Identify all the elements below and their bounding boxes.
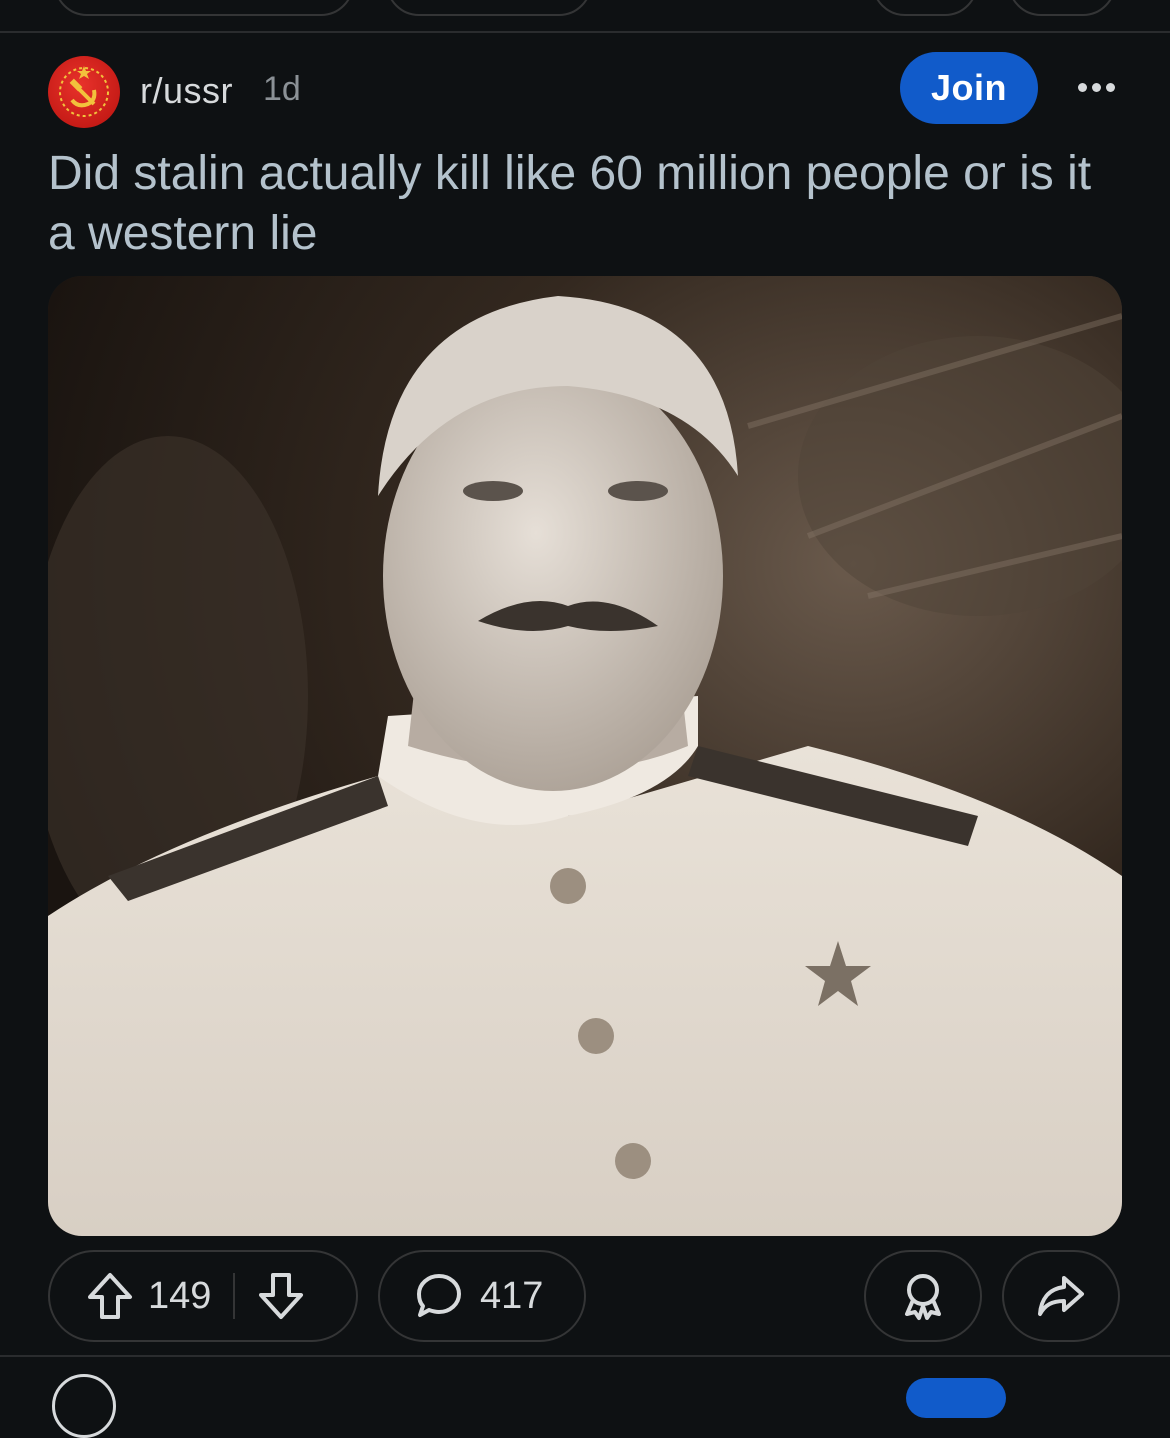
share-icon xyxy=(1036,1274,1086,1318)
vote-separator xyxy=(233,1273,236,1319)
upvote-arrow-icon[interactable] xyxy=(86,1271,134,1321)
hammer-and-sickle-icon[interactable] xyxy=(48,56,120,128)
share-button[interactable] xyxy=(1002,1250,1120,1342)
post-header: r/ussr 1d Join xyxy=(48,52,1122,128)
upvote-count: 149 xyxy=(148,1274,212,1317)
next-post-avatar[interactable] xyxy=(52,1374,116,1438)
post-divider-bottom xyxy=(0,1355,1170,1357)
prev-post-vote-pill[interactable] xyxy=(54,0,354,16)
vote-pill: 149 xyxy=(48,1250,358,1342)
prev-post-award-pill[interactable] xyxy=(872,0,978,16)
post-divider-top xyxy=(0,31,1170,33)
downvote-arrow-icon[interactable] xyxy=(257,1271,305,1321)
comment-button[interactable]: 417 xyxy=(378,1250,586,1342)
award-icon xyxy=(899,1270,947,1322)
comment-count: 417 xyxy=(480,1274,544,1317)
next-post-join-button[interactable] xyxy=(906,1378,1006,1418)
post-timestamp: 1d xyxy=(263,70,301,108)
prev-post-comment-pill[interactable] xyxy=(386,0,592,16)
post-title[interactable]: Did stalin actually kill like 60 million… xyxy=(48,144,1122,264)
comment-bubble-icon xyxy=(414,1271,464,1321)
award-button[interactable] xyxy=(864,1250,982,1342)
portrait-photo xyxy=(48,276,1122,1236)
prev-post-share-pill[interactable] xyxy=(1008,0,1116,16)
more-horizontal-icon[interactable] xyxy=(1072,72,1120,102)
subreddit-name[interactable]: r/ussr xyxy=(140,70,233,112)
post-image[interactable] xyxy=(48,276,1122,1236)
join-button[interactable]: Join xyxy=(900,52,1038,124)
